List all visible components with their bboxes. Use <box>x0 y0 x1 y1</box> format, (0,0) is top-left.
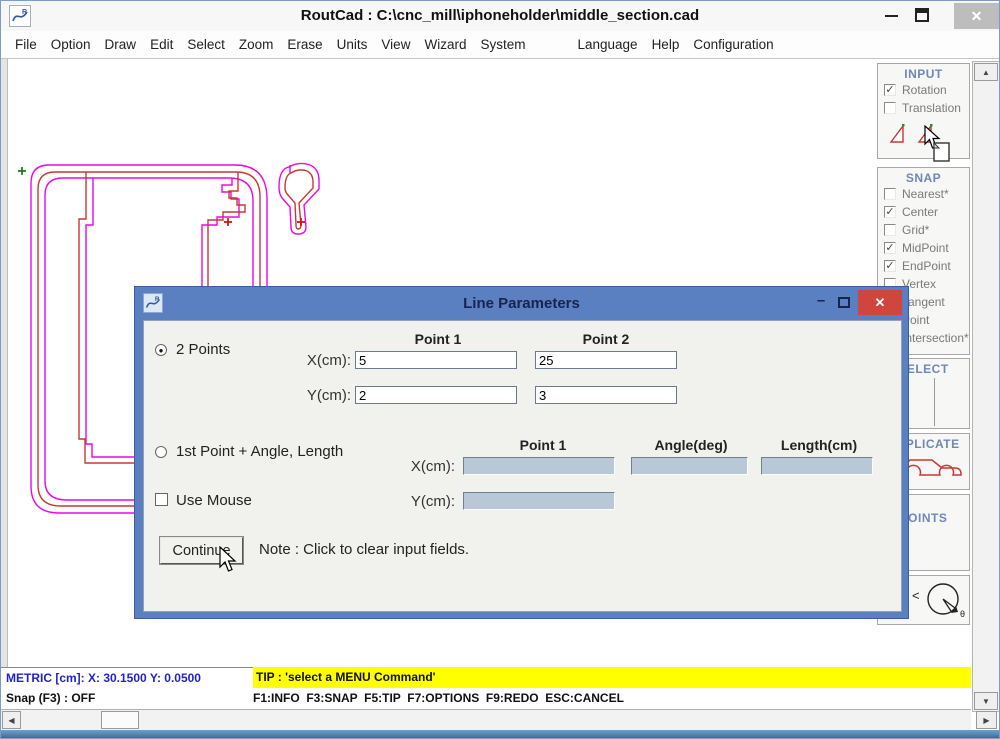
dialog-title-bar[interactable]: R Line Parameters – ✕ <box>135 287 908 320</box>
radio-angle-length-label: 1st Point + Angle, Length <box>176 443 343 460</box>
vertical-scrollbar[interactable]: ▲ ▼ <box>972 61 1000 712</box>
input-panel-title: INPUT <box>878 64 969 81</box>
nearest-checkbox[interactable] <box>884 188 896 200</box>
panel-divider <box>934 378 935 426</box>
menu-item-select[interactable]: Select <box>187 37 225 52</box>
endpoint-checkbox[interactable]: ✓ <box>884 260 896 272</box>
close-button[interactable]: ✕ <box>954 3 999 29</box>
point1-y-input[interactable] <box>355 386 517 404</box>
line-parameters-dialog: R Line Parameters – ✕ ● 2 Points Point 1… <box>134 286 909 619</box>
menu-item-configuration[interactable]: Configuration <box>693 37 773 52</box>
point1-header: Point 1 <box>368 331 508 347</box>
dialog-minimize-icon[interactable]: – <box>811 287 831 317</box>
title-bar: R RoutCad : C:\cnc_mill\iphoneholder\mid… <box>1 1 999 31</box>
menu-item-file[interactable]: File <box>15 37 37 52</box>
point1b-x-input-disabled <box>463 457 615 475</box>
center-checkbox[interactable]: ✓ <box>884 206 896 218</box>
translation-checkbox[interactable] <box>884 102 896 114</box>
angle-circle-icon[interactable]: θ <box>922 578 968 624</box>
midpoint-checkbox[interactable]: ✓ <box>884 242 896 254</box>
grid-checkbox[interactable] <box>884 224 896 236</box>
dialog-body: ● 2 Points Point 1 Point 2 X(cm): Y(cm):… <box>143 320 902 612</box>
length-input-disabled <box>761 457 873 475</box>
angle-input-disabled <box>631 457 748 475</box>
snap-panel-title: SNAP <box>878 168 969 185</box>
mouse-cursor <box>218 546 240 574</box>
point1b-header: Point 1 <box>473 437 613 453</box>
menu-item-edit[interactable]: Edit <box>150 37 173 52</box>
menu-item-erase[interactable]: Erase <box>287 37 322 52</box>
menu-item-help[interactable]: Help <box>652 37 680 52</box>
dialog-note: Note : Click to clear input fields. <box>259 541 469 558</box>
window-bottom-border <box>1 730 1000 739</box>
length-header: Length(cm) <box>749 437 889 453</box>
point1b-y-input-disabled <box>463 492 615 510</box>
menu-item-units[interactable]: Units <box>337 37 368 52</box>
rotation-checkbox[interactable]: ✓ <box>884 84 896 96</box>
checkbox-translation[interactable]: Translation <box>878 99 969 117</box>
menu-item-zoom[interactable]: Zoom <box>239 37 274 52</box>
menu-item-language[interactable]: Language <box>577 37 637 52</box>
x-label-2: X(cm): <box>355 458 455 475</box>
checkbox-grid[interactable]: Grid* <box>878 221 969 239</box>
dialog-close-button[interactable]: ✕ <box>858 290 902 315</box>
y-label: Y(cm): <box>251 387 351 404</box>
tip-message: TIP : 'select a MENU Command' <box>253 667 971 688</box>
dialog-maximize-icon[interactable] <box>838 297 850 308</box>
scroll-left-button[interactable]: ◀ <box>2 711 21 729</box>
radio-2-points[interactable]: ● <box>155 344 167 356</box>
point2-x-input[interactable] <box>535 351 677 369</box>
window-title: RoutCad : C:\cnc_mill\iphoneholder\middl… <box>1 1 999 31</box>
function-key-hints: F1:INFO F3:SNAP F5:TIP F7:OPTIONS F9:RED… <box>253 691 624 705</box>
menu-bar: File Option Draw Edit Select Zoom Erase … <box>1 31 999 59</box>
status-row-snap: Snap (F3) : OFF F1:INFO F3:SNAP F5:TIP F… <box>1 688 971 709</box>
point2-header: Point 2 <box>536 331 676 347</box>
snap-status: Snap (F3) : OFF <box>6 691 95 705</box>
y-label-2: Y(cm): <box>355 493 455 510</box>
svg-text:θ: θ <box>960 609 965 619</box>
checkbox-endpoint[interactable]: ✓ EndPoint <box>878 257 969 275</box>
radio-2-points-label: 2 Points <box>176 341 230 358</box>
menu-item-option[interactable]: Option <box>51 37 91 52</box>
scroll-up-button[interactable]: ▲ <box>974 63 998 81</box>
checkbox-rotation[interactable]: ✓ Rotation <box>878 81 969 99</box>
use-mouse-label: Use Mouse <box>176 492 252 509</box>
origin-point-marker <box>18 167 26 175</box>
checkbox-midpoint[interactable]: ✓ MidPoint <box>878 239 969 257</box>
maximize-icon[interactable] <box>915 8 929 22</box>
rotate-tool-icon[interactable] <box>888 122 906 144</box>
point1-x-input[interactable] <box>355 351 517 369</box>
scroll-down-button[interactable]: ▼ <box>974 692 998 710</box>
horizontal-scrollbar[interactable]: ◀ <box>1 709 971 730</box>
scroll-right-button[interactable]: ▶ <box>976 711 997 729</box>
menu-item-wizard[interactable]: Wizard <box>424 37 466 52</box>
metric-coordinates: METRIC [cm]: X: 30.1500 Y: 0.0500 <box>6 671 201 685</box>
checkbox-nearest[interactable]: Nearest* <box>878 185 969 203</box>
point2-y-input[interactable] <box>535 386 677 404</box>
menu-item-view[interactable]: View <box>381 37 410 52</box>
x-label: X(cm): <box>251 352 351 369</box>
routcad-window: R RoutCad : C:\cnc_mill\iphoneholder\mid… <box>0 0 1000 739</box>
menu-item-system[interactable]: System <box>480 37 525 52</box>
checkbox-center[interactable]: ✓ Center <box>878 203 969 221</box>
radio-angle-length[interactable] <box>155 446 167 458</box>
mouse-cursor-drag-icon <box>923 125 957 165</box>
minimize-icon[interactable] <box>885 15 898 17</box>
chevron-left-icon: < <box>912 588 920 603</box>
use-mouse-checkbox[interactable] <box>155 493 168 506</box>
angle-header: Angle(deg) <box>621 437 761 453</box>
horizontal-scroll-thumb[interactable] <box>101 711 139 729</box>
menu-item-draw[interactable]: Draw <box>105 37 137 52</box>
dialog-title: Line Parameters <box>135 287 908 320</box>
